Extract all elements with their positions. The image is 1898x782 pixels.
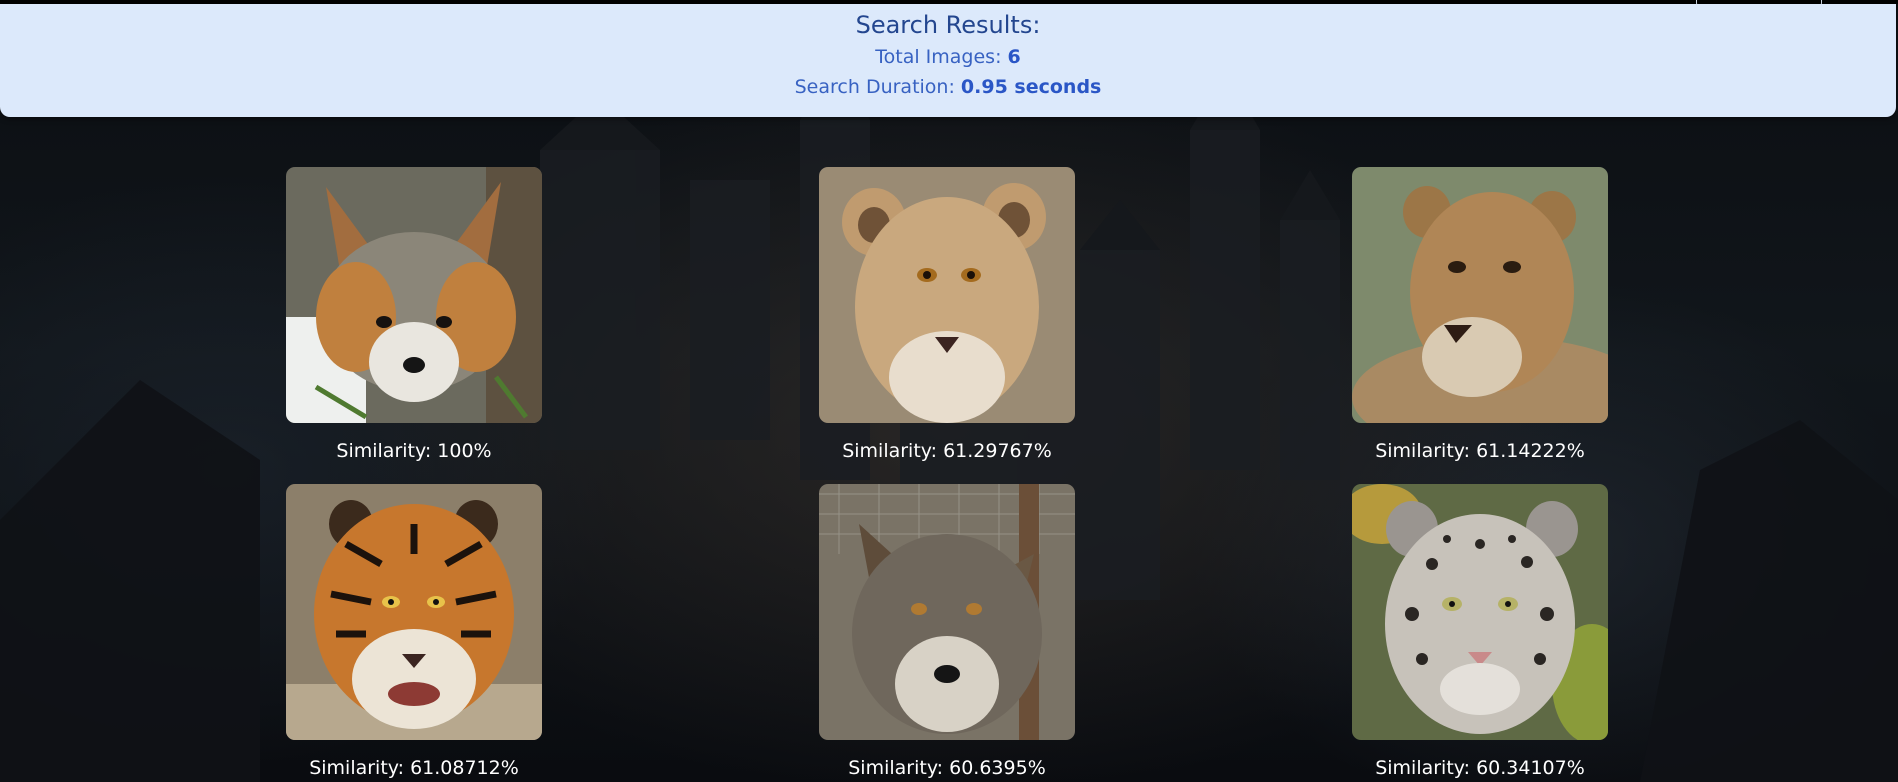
- result-card[interactable]: Similarity: 60.6395%: [819, 484, 1075, 780]
- similarity-label: Similarity: 61.08712%: [309, 757, 519, 779]
- similarity-label: Similarity: 60.6395%: [848, 757, 1046, 779]
- result-card[interactable]: Similarity: 61.14222%: [1352, 167, 1608, 463]
- search-duration-label: Search Duration:: [794, 76, 955, 98]
- result-image-lioness[interactable]: [1352, 167, 1608, 423]
- result-image-fox[interactable]: [286, 167, 542, 423]
- similarity-label: Similarity: 61.29767%: [842, 440, 1052, 462]
- similarity-label: Similarity: 60.34107%: [1375, 757, 1585, 779]
- total-images-value: 6: [1007, 46, 1021, 68]
- total-images: Total Images: 6: [0, 42, 1896, 72]
- result-card[interactable]: Similarity: 61.08712%: [286, 484, 542, 780]
- result-image-snow-leopard[interactable]: [1352, 484, 1608, 740]
- similarity-label: Similarity: 100%: [336, 440, 492, 462]
- search-duration-value: 0.95 seconds: [960, 76, 1102, 98]
- result-image-lion-cub[interactable]: [819, 167, 1075, 423]
- result-card[interactable]: Similarity: 60.34107%: [1352, 484, 1608, 780]
- result-image-wolf[interactable]: [819, 484, 1075, 740]
- similarity-label: Similarity: 61.14222%: [1375, 440, 1585, 462]
- result-card[interactable]: Similarity: 100%: [286, 167, 542, 463]
- results-title: Search Results:: [855, 11, 1041, 39]
- result-image-tiger[interactable]: [286, 484, 542, 740]
- total-images-label: Total Images:: [875, 46, 1002, 68]
- search-duration: Search Duration: 0.95 seconds: [0, 72, 1896, 102]
- result-card[interactable]: Similarity: 61.29767%: [819, 167, 1075, 463]
- search-results-panel: Search Results: Total Images: 6 Search D…: [0, 4, 1896, 117]
